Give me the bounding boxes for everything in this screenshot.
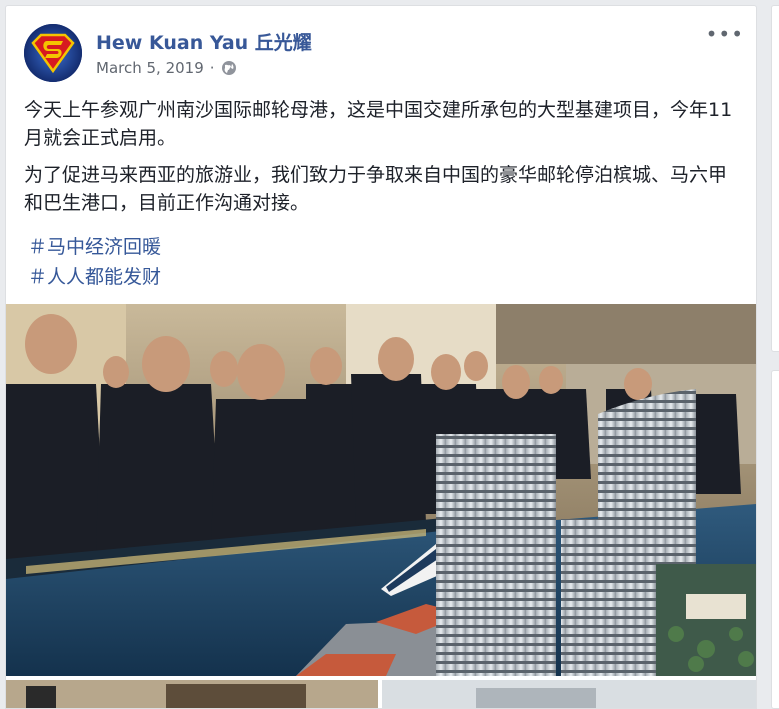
hashtag-link[interactable]: ＃马中经济回暖 <box>28 232 161 262</box>
globe-icon[interactable] <box>221 60 237 76</box>
adjacent-card-edge-bottom <box>771 370 779 709</box>
adjacent-card-edge-top <box>771 5 779 352</box>
post-paragraph: 为了促进马来西亚的旅游业，我们致力于争取来自中国的豪华邮轮停泊槟城、马六甲和巴生… <box>24 164 728 214</box>
post-paragraph: 今天上午参观广州南沙国际邮轮母港，这是中国交建所承包的大型基建项目，今年11月就… <box>24 99 733 149</box>
photo-thumbnail-strip <box>6 680 756 708</box>
hashtag-link[interactable]: ＃人人都能发财 <box>28 262 161 292</box>
post-photo-thumbnails[interactable] <box>6 680 756 708</box>
more-options-button[interactable]: ••• <box>706 24 744 44</box>
meta-separator: · <box>209 59 215 77</box>
superman-logo-icon <box>24 24 82 82</box>
author-name[interactable]: Hew Kuan Yau 丘光耀 <box>96 28 312 55</box>
hashtag-list: ＃马中经济回暖 ＃人人都能发财 <box>28 232 161 292</box>
avatar[interactable] <box>24 24 82 82</box>
post-card: Hew Kuan Yau 丘光耀 March 5, 2019 · ••• 今天上… <box>5 5 757 709</box>
post-date[interactable]: March 5, 2019 <box>96 59 204 77</box>
post-body: 今天上午参观广州南沙国际邮轮母港，这是中国交建所承包的大型基建项目，今年11月就… <box>24 96 739 226</box>
post-meta: March 5, 2019 · <box>96 59 237 77</box>
post-photo-main[interactable] <box>6 304 756 676</box>
photo-group-at-cruise-terminal-model <box>6 304 756 676</box>
